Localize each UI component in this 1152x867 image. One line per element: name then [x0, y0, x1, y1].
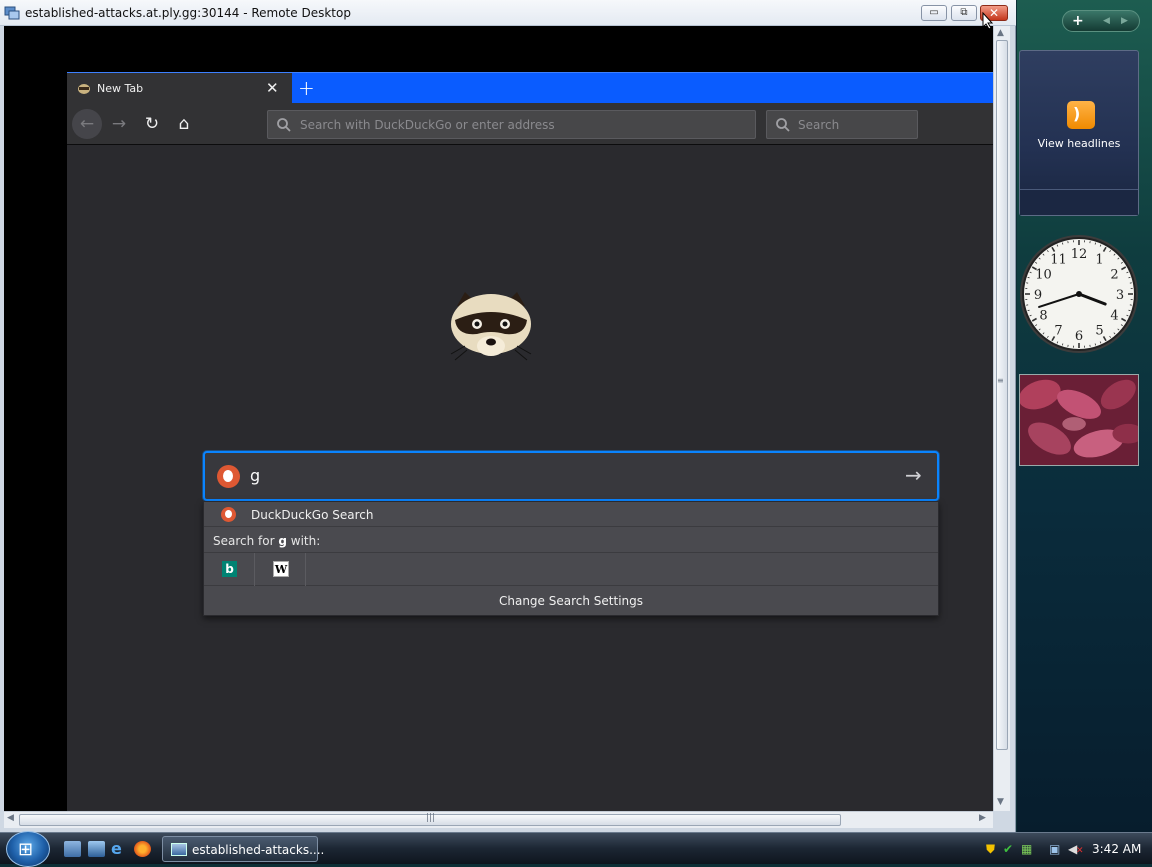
vertical-scroll-thumb[interactable] — [996, 40, 1008, 750]
forward-button[interactable]: → — [104, 109, 134, 139]
tab-close-icon[interactable]: ✕ — [266, 79, 279, 97]
sidebar-controls: + ◀ ▶ — [1062, 10, 1140, 32]
scroll-grip-icon: ||| — [426, 813, 435, 823]
taskbar-clock[interactable]: 3:42 AM — [1092, 842, 1141, 856]
clock-numeral: 7 — [1054, 324, 1062, 339]
search-icon — [276, 117, 292, 133]
internet-explorer-icon[interactable]: e — [111, 839, 128, 855]
new-tab-page: g → DuckDuckGo Search Search for g with:… — [67, 146, 993, 811]
change-search-settings-button[interactable]: Change Search Settings — [204, 586, 938, 615]
tab-label: New Tab — [97, 82, 143, 95]
clock-numeral: 6 — [1075, 329, 1083, 344]
tab-new-tab[interactable]: New Tab ✕ — [67, 73, 292, 104]
clock-center — [1076, 291, 1082, 297]
switch-windows-icon[interactable] — [88, 841, 105, 857]
raccoon-icon — [77, 83, 91, 95]
change-search-settings-label: Change Search Settings — [204, 594, 938, 608]
feed-gadget-footer — [1020, 189, 1138, 215]
search-for-text: Search for g with: — [213, 534, 320, 548]
remote-desktop-app-icon — [4, 6, 20, 20]
feed-headlines-gadget[interactable]: ) View headlines — [1019, 50, 1139, 216]
clock-numeral: 10 — [1035, 268, 1052, 283]
maximize-button[interactable]: ⧉ — [951, 5, 977, 21]
clock-numeral: 3 — [1116, 288, 1124, 303]
clock-gadget[interactable]: 12 12 3 45678 9 1011 — [1019, 230, 1139, 354]
back-button[interactable]: ← — [72, 109, 102, 139]
duckduckgo-icon — [221, 507, 236, 522]
firefox-icon[interactable] — [134, 841, 151, 857]
clock-numeral: 9 — [1034, 288, 1042, 303]
search-go-button[interactable]: → — [905, 463, 922, 487]
search-bar[interactable]: Search — [766, 110, 918, 139]
search-icon — [775, 117, 791, 133]
add-gadget-button[interactable]: + — [1072, 13, 1084, 29]
rss-icon: ) — [1067, 101, 1095, 129]
clock-numeral: 12 — [1071, 247, 1088, 262]
tab-strip: New Tab ✕ + — [67, 72, 993, 103]
taskbar-item-remote-desktop[interactable]: established-attacks.... — [162, 836, 318, 862]
clock-numeral: 4 — [1110, 309, 1118, 324]
navigation-toolbar: ← → ↻ ⌂ Search with DuckDuckGo or enter … — [67, 103, 993, 145]
clock-numeral: 2 — [1110, 268, 1118, 283]
network-connection-icon[interactable]: ▣ — [1049, 842, 1060, 856]
search-for-term: g — [278, 534, 287, 548]
duckduckgo-icon — [217, 465, 240, 488]
remote-desktop-viewport[interactable]: New Tab ✕ + ← → ↻ ⌂ Search with DuckDuck… — [4, 26, 993, 811]
taskbar-item-label: established-attacks.... — [192, 843, 324, 857]
search-for-suffix: with: — [287, 534, 320, 548]
search-for-prefix: Search for — [213, 534, 278, 548]
mute-icon: ✕ — [1076, 846, 1084, 856]
address-bar-placeholder: Search with DuckDuckGo or enter address — [300, 118, 555, 132]
window-titlebar[interactable]: established-attacks.at.ply.gg:30144 - Re… — [0, 0, 1016, 26]
horizontal-scrollbar[interactable]: ◀ ||| ▶ — [4, 811, 993, 828]
suggestion-label: DuckDuckGo Search — [251, 508, 373, 522]
clock-numeral: 11 — [1050, 252, 1067, 267]
clock-numeral: 1 — [1095, 252, 1103, 267]
home-button[interactable]: ⌂ — [169, 109, 199, 139]
search-query-text: g — [250, 466, 260, 485]
one-off-engines-row: b W — [204, 553, 938, 586]
remote-desktop-icon — [171, 843, 187, 856]
scroll-left-icon[interactable]: ◀ — [7, 813, 14, 823]
search-for-header: Search for g with: — [204, 527, 938, 553]
next-gadgets-icon[interactable]: ▶ — [1121, 16, 1128, 26]
scroll-right-icon[interactable]: ▶ — [979, 813, 986, 823]
newtab-search-input[interactable]: g → — [203, 451, 939, 501]
scroll-grip-icon: ≡ — [997, 376, 1004, 385]
minimize-button[interactable]: ▭ — [921, 5, 947, 21]
slideshow-gadget[interactable] — [1019, 374, 1139, 466]
clock-numeral: 5 — [1095, 324, 1103, 339]
browser-window: New Tab ✕ + ← → ↻ ⌂ Search with DuckDuck… — [67, 72, 993, 811]
security-shield-icon[interactable]: ⛊ — [986, 842, 995, 857]
show-desktop-icon[interactable] — [64, 841, 81, 857]
previous-gadgets-icon[interactable]: ◀ — [1103, 16, 1110, 26]
taskbar: ⊞ e established-attacks.... ⛊ ✔ ▦ ▣ ◀ ✕ … — [0, 832, 1152, 864]
search-suggestions-popup: DuckDuckGo Search Search for g with: b W — [203, 501, 939, 616]
vertical-scrollbar[interactable]: ▲ ≡ ▼ — [993, 26, 1010, 811]
windows-sidebar: + ◀ ▶ ) View headlines 12 12 3 45678 9 1011 — [1017, 0, 1152, 832]
raccoon-logo — [445, 284, 537, 368]
windows-logo-icon: ⊞ — [18, 839, 33, 860]
scroll-up-icon[interactable]: ▲ — [997, 28, 1004, 38]
view-headlines-label[interactable]: View headlines — [1020, 137, 1138, 150]
wikipedia-icon: W — [273, 561, 289, 577]
network-icon[interactable]: ▦ — [1021, 842, 1032, 856]
scroll-down-icon[interactable]: ▼ — [997, 797, 1004, 807]
window-title: established-attacks.at.ply.gg:30144 - Re… — [25, 6, 351, 20]
engine-wikipedia-button[interactable]: W — [255, 553, 306, 586]
new-tab-button[interactable]: + — [298, 76, 315, 100]
minimize-icon: ▭ — [922, 6, 946, 20]
bing-icon: b — [222, 561, 237, 577]
clock-numeral: 8 — [1039, 309, 1047, 324]
security-center-icon[interactable]: ✔ — [1003, 842, 1013, 856]
suggestion-duckduckgo-search[interactable]: DuckDuckGo Search — [204, 502, 938, 527]
remote-desktop-window: established-attacks.at.ply.gg:30144 - Re… — [0, 0, 1016, 832]
engine-bing-button[interactable]: b — [204, 553, 255, 586]
mouse-cursor-icon — [982, 12, 994, 30]
reload-button[interactable]: ↻ — [137, 109, 167, 139]
address-bar[interactable]: Search with DuckDuckGo or enter address — [267, 110, 756, 139]
search-bar-placeholder: Search — [798, 118, 839, 132]
start-button[interactable]: ⊞ — [6, 831, 50, 867]
restore-icon: ⧉ — [952, 6, 976, 20]
